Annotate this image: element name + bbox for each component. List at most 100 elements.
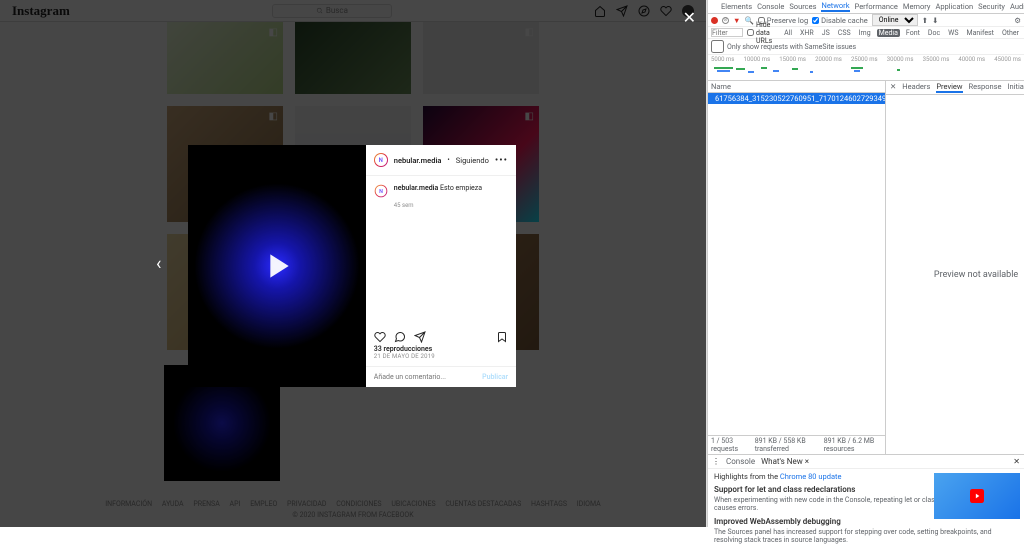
author-avatar[interactable]: N: [374, 153, 388, 167]
upload-icon[interactable]: ⬆: [922, 16, 928, 25]
preview-body: Preview not available: [886, 95, 1024, 454]
video-thumbnail[interactable]: [934, 473, 1020, 519]
youtube-icon: [968, 489, 986, 503]
comment-icon[interactable]: [394, 331, 406, 343]
chip-media[interactable]: Media: [877, 29, 900, 37]
tab-console[interactable]: Console: [757, 2, 784, 11]
chip-xhr[interactable]: XHR: [798, 29, 816, 37]
samesite-check[interactable]: [711, 40, 724, 53]
chip-manifest[interactable]: Manifest: [965, 29, 996, 37]
share-icon[interactable]: [414, 331, 426, 343]
network-status: 1 / 503 requests 891 KB / 558 KB transfe…: [708, 435, 885, 454]
request-list: Name 61756384_315230522760951_7170124602…: [708, 81, 886, 454]
comment-input[interactable]: [374, 373, 482, 381]
chip-js[interactable]: JS: [820, 29, 832, 37]
samesite-label: Only show requests with SameSite issues: [727, 43, 856, 51]
post-body: N nebular.media Esto empieza 45 sem: [366, 176, 516, 326]
drawer-tab-console[interactable]: Console: [726, 457, 755, 466]
request-detail: ✕ Headers Preview Response Initiator Tim…: [886, 81, 1024, 454]
throttling-select[interactable]: Online: [872, 14, 918, 26]
chip-other[interactable]: Other: [1000, 29, 1021, 37]
request-row[interactable]: 61756384_315230522760951_717012460272934…: [708, 93, 885, 104]
tab-headers[interactable]: Headers: [902, 82, 930, 93]
close-icon[interactable]: ✕: [1013, 457, 1020, 466]
caption-text: Esto empieza: [440, 184, 482, 192]
gear-icon[interactable]: ⚙: [1014, 16, 1021, 25]
chip-css[interactable]: CSS: [836, 29, 853, 37]
prev-button[interactable]: ‹: [148, 245, 169, 282]
status-requests: 1 / 503 requests: [711, 437, 747, 453]
close-detail-icon[interactable]: ✕: [890, 82, 896, 93]
avatar-letter: N: [375, 186, 386, 197]
post-sidebar: N nebular.media • Siguiendo ••• N nebula…: [366, 145, 516, 387]
clear-button[interactable]: ⊘: [722, 17, 729, 24]
save-icon[interactable]: [496, 331, 508, 343]
caption-username[interactable]: nebular.media: [394, 184, 438, 192]
comment-row: Publicar: [366, 366, 516, 387]
close-icon[interactable]: ✕: [683, 8, 696, 27]
tab-application[interactable]: Application: [935, 2, 973, 11]
instagram-pane: Instagram Busca ◧ ◧ ◧: [0, 0, 707, 527]
timeline-tick: 20000 ms: [815, 56, 842, 63]
name-column-header[interactable]: Name: [708, 81, 885, 93]
drawer-tab-whatsnew[interactable]: What's New ×: [761, 457, 809, 466]
tab-memory[interactable]: Memory: [903, 2, 931, 11]
drawer-more-icon[interactable]: ⋮: [712, 457, 720, 466]
timeline-tick: 5000 ms: [711, 56, 734, 63]
timeline-tick: 10000 ms: [743, 56, 770, 63]
tip-body: The Sources panel has increased support …: [714, 528, 1018, 545]
chrome-update-link[interactable]: Chrome 80 update: [780, 472, 842, 481]
download-icon[interactable]: ⬇: [932, 16, 938, 25]
post-date: 21 DE MAYO DE 2019: [366, 353, 516, 366]
tab-preview[interactable]: Preview: [936, 82, 962, 93]
separator: •: [447, 156, 449, 164]
disable-cache-check[interactable]: Disable cache: [812, 16, 868, 25]
filter-row: Hide data URLs All XHR JS CSS Img Media …: [708, 27, 1024, 39]
request-name: 61756384_315230522760951_717012460272934…: [715, 94, 885, 103]
follow-button[interactable]: Siguiendo: [456, 156, 489, 165]
modal-overlay[interactable]: ✕ ‹ N nebular.media • Siguiendo •••: [0, 0, 706, 527]
like-icon[interactable]: [374, 331, 386, 343]
network-timeline[interactable]: 5000 ms 10000 ms 15000 ms 20000 ms 25000…: [708, 55, 1024, 81]
tab-response[interactable]: Response: [969, 82, 1002, 93]
author-username[interactable]: nebular.media: [394, 156, 442, 165]
timeline-tick: 25000 ms: [851, 56, 878, 63]
filter-icon[interactable]: ▼: [733, 16, 740, 25]
post-actions: [366, 326, 516, 345]
timeline-tick: 35000 ms: [923, 56, 950, 63]
more-icon[interactable]: •••: [495, 155, 508, 166]
caption-age: 45 sem: [394, 202, 508, 209]
tab-security[interactable]: Security: [978, 2, 1005, 11]
chip-ws[interactable]: WS: [946, 29, 960, 37]
tab-elements[interactable]: Elements: [721, 2, 752, 11]
timeline-tick: 30000 ms: [887, 56, 914, 63]
tab-audits[interactable]: Audits: [1010, 2, 1024, 11]
timeline-tick: 45000 ms: [994, 56, 1021, 63]
post-media[interactable]: [188, 145, 366, 387]
author-avatar[interactable]: N: [374, 185, 387, 198]
samesite-row: Only show requests with SameSite issues: [708, 39, 1024, 55]
devtools-tabs: Elements Console Sources Network Perform…: [708, 0, 1024, 14]
avatar-letter: N: [375, 154, 387, 166]
chip-doc[interactable]: Doc: [926, 29, 942, 37]
status-transfer: 891 KB / 558 KB transferred: [755, 437, 816, 453]
timeline-tick: 40000 ms: [958, 56, 985, 63]
post-modal: N nebular.media • Siguiendo ••• N nebula…: [188, 145, 516, 387]
devtools-drawer: ⋮ Console What's New × ✕ Highlights from…: [708, 454, 1024, 527]
publish-button[interactable]: Publicar: [482, 373, 508, 381]
play-count[interactable]: 33 reproducciones: [366, 345, 516, 353]
chip-all[interactable]: All: [782, 29, 794, 37]
status-resources: 891 KB / 6.2 MB resources: [824, 437, 882, 453]
devtools-pane: Elements Console Sources Network Perform…: [707, 0, 1024, 527]
tab-sources[interactable]: Sources: [789, 2, 816, 11]
tab-network[interactable]: Network: [821, 1, 849, 12]
filter-input[interactable]: [711, 28, 743, 37]
record-button[interactable]: [711, 17, 718, 24]
timeline-tick: 15000 ms: [779, 56, 806, 63]
chip-img[interactable]: Img: [857, 29, 873, 37]
tab-performance[interactable]: Performance: [855, 2, 898, 11]
tab-initiator[interactable]: Initiator: [1007, 82, 1024, 93]
play-icon[interactable]: [257, 246, 297, 286]
chip-font[interactable]: Font: [904, 29, 922, 37]
post-header: N nebular.media • Siguiendo •••: [366, 145, 516, 176]
